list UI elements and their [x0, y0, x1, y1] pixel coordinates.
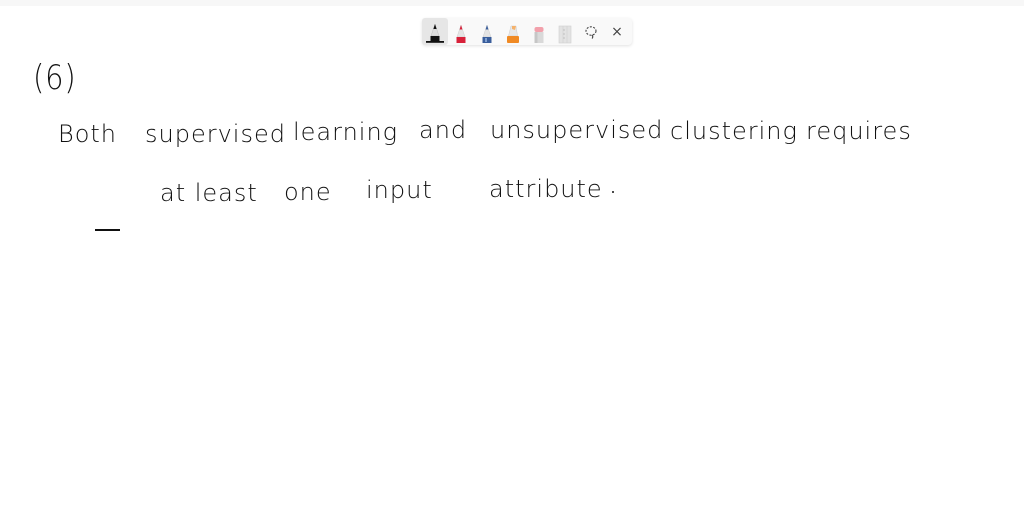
ruler-button[interactable] — [552, 18, 578, 45]
eraser-icon — [534, 27, 544, 43]
ink-word: supervised — [145, 120, 286, 148]
ink-word: unsupervised — [490, 116, 664, 144]
lasso-select-button[interactable] — [578, 18, 604, 45]
pen-icon — [426, 23, 444, 43]
pen-icon — [482, 24, 492, 43]
ink-word: one — [284, 178, 332, 206]
ink-word: learning — [293, 118, 399, 146]
ink-word: attribute — [489, 175, 603, 203]
ink-word: Both — [58, 120, 118, 148]
ink-word: and — [419, 116, 468, 144]
lasso-icon — [585, 25, 597, 39]
orange-highlighter-button[interactable] — [500, 18, 526, 45]
ink-word: input — [366, 176, 433, 204]
ink-dash — [95, 229, 120, 231]
ink-toolbar: × — [422, 18, 632, 45]
eraser-button[interactable] — [526, 18, 552, 45]
top-edge-band — [0, 0, 1024, 6]
ink-word: clustering — [670, 117, 798, 145]
ruler-icon — [558, 25, 572, 44]
question-number: (6) — [33, 58, 77, 98]
ink-canvas[interactable]: (6) Both supervised learning and unsuper… — [0, 50, 1024, 512]
pen-icon — [456, 24, 466, 43]
app-window: × (6) Both supervised learning and unsup… — [0, 0, 1024, 512]
black-pen-button[interactable] — [422, 18, 448, 45]
blue-pen-button[interactable] — [474, 18, 500, 45]
ink-period — [612, 191, 614, 193]
ink-word: requires — [806, 117, 912, 145]
close-icon: × — [611, 23, 623, 40]
red-pen-button[interactable] — [448, 18, 474, 45]
ink-word: at least — [160, 179, 258, 207]
close-toolbar-button[interactable]: × — [604, 18, 630, 45]
highlighter-icon — [507, 25, 519, 43]
